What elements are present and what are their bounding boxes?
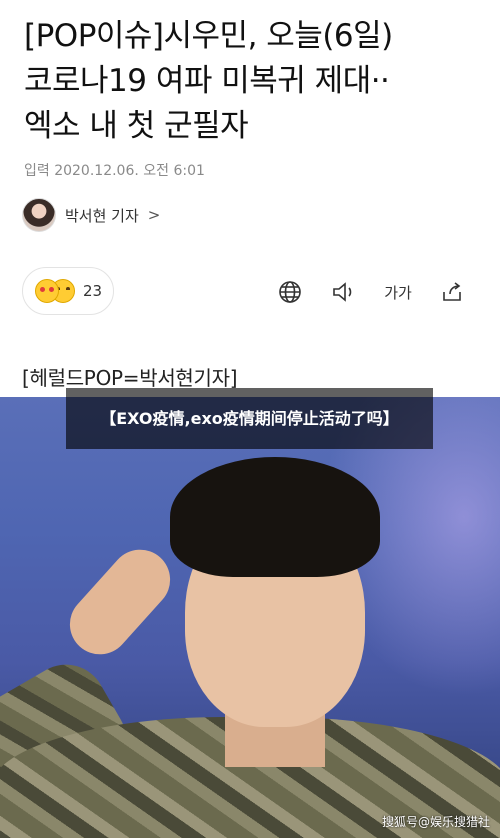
headline-line: 엑소 내 첫 군필자 [24,108,249,144]
share-icon[interactable] [438,280,466,304]
reporter-link[interactable]: 박서현 기자 > [22,198,160,232]
font-size-button[interactable]: 가가 [384,280,412,304]
chevron-right-icon: > [147,206,161,224]
article-photo: 搜狐号@娱乐搜猎社 [0,397,500,838]
photo-caption: [헤럴드POP=박서현기자] [22,366,238,390]
reporter-name: 박서현 기자 [65,206,139,225]
photo-saluting-hand [57,537,183,667]
headline-line: [POP이슈]시우민, 오늘(6일) [24,18,393,54]
font-size-label: 가가 [384,283,412,302]
reaction-button[interactable]: 23 [22,267,114,315]
globe-icon[interactable] [276,280,304,304]
speaker-icon[interactable] [330,280,358,304]
heart-eyes-emoji-icon [35,279,59,303]
photo-hair [170,457,380,577]
reaction-count: 23 [83,282,103,300]
headline-line: 코로나19 여파 미복귀 제대·· [24,63,390,99]
reporter-avatar [22,198,56,232]
publish-timestamp: 입력 2020.12.06. 오전 6:01 [24,163,205,179]
overlay-title: 【EXO疫情,exo疫情期间停止活动了吗】 [66,388,433,449]
article-headline: [POP이슈]시우민, 오늘(6일) 코로나19 여파 미복귀 제대·· 엑소 … [24,14,484,149]
watermark: 搜狐号@娱乐搜猎社 [381,815,490,829]
article-toolbar: 가가 [276,280,466,304]
